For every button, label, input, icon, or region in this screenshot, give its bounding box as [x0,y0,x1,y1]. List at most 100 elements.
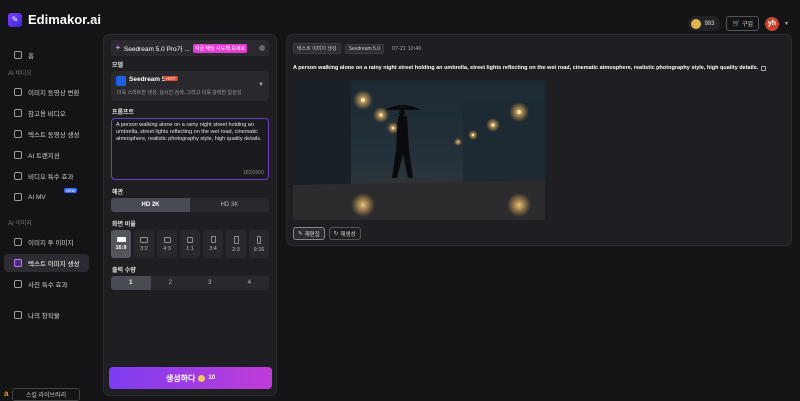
amazon-icon: a [4,389,9,398]
result-actions: ✎ 재편집 ↻ 재생성 [293,227,361,240]
ratio-option-label: 9:16 [253,246,265,253]
ratio-option-label: 1:1 [186,245,194,252]
prompt-text: A person walking alone on a rainy night … [116,122,262,142]
count-option-1[interactable]: 1 [111,276,151,290]
generated-image[interactable] [293,80,545,220]
prompt-input[interactable]: A person walking alone on a rainy night … [111,118,269,180]
app-name: Edimakor.ai [28,12,101,27]
sidebar-item-ai-transition[interactable]: AI 트랜지션 [4,146,89,164]
image-icon [14,88,22,96]
coin-icon [198,374,206,382]
sidebar-item-text-to-image[interactable]: 텍스트 이미지 생성 [4,254,89,272]
ratio-option-label: 4:3 [163,245,171,252]
sidebar-item-image-to-image[interactable]: 이미지 투 이미지 [4,233,89,251]
sidebar-item-photo-effects[interactable]: 사진 특수 효과 [4,275,89,293]
sidebar-item-text-to-video[interactable]: 텍스트 동영상 생성 [4,125,89,143]
text-image-icon [14,259,22,267]
ratio-4-3-icon [163,236,171,243]
ratio-option-9-16[interactable]: 9:16 [249,230,269,258]
coin-balance[interactable]: 983 [688,16,721,31]
result-prompt: A person walking alone on a rainy night … [293,65,767,71]
reedit-label: 재편집 [304,231,320,238]
promo-badge[interactable]: 지금 해당 사도해 보세요 [192,43,248,53]
generation-panel: ✦ Seedream 5.0 Pro가 ... 지금 해당 사도해 보세요 모델… [103,34,277,396]
sidebar-item-ai-mv[interactable]: AI MV NEW [4,188,89,206]
result-prompt-text: A person walking alone on a rainy night … [293,65,759,71]
ratio-option-3-2[interactable]: 3:2 [134,230,154,258]
transition-icon [14,151,22,159]
document-icon [14,130,22,138]
ratio-option-3-4[interactable]: 3:4 [203,230,223,258]
generate-button[interactable]: 생성하다 10 [109,367,272,389]
ratio-9-16-icon [257,235,261,244]
avatar[interactable]: yh [764,16,779,31]
count-selector: 1 2 3 4 [111,276,269,290]
ratio-option-4-3[interactable]: 4:3 [157,230,177,258]
promo-banner[interactable]: ✦ Seedream 5.0 Pro가 ... 지금 해당 사도해 보세요 [111,40,269,56]
ratio-option-16-9[interactable]: 16:9 [111,230,131,258]
new-badge: NEW [64,188,78,193]
app-logo[interactable]: ✎ Edimakor.ai [8,12,101,27]
count-option-2[interactable]: 2 [151,276,191,290]
type-tag: 텍스트 이미지 생성 [293,43,341,54]
sidebar-item-label: 나의 창작물 [28,313,60,320]
character-count: 182/2000 [243,170,264,176]
chevron-down-icon[interactable]: ▾ [785,20,788,27]
regenerate-button[interactable]: ↻ 재생성 [328,227,361,240]
quality-option-2k[interactable]: HD 2K [111,198,190,212]
ratio-3-4-icon [210,236,216,243]
pencil-icon: ✎ [298,230,303,237]
result-card: 텍스트 이미지 생성 Seedream 5.0 07-21 10:40 A pe… [286,34,792,246]
home-icon [14,51,22,59]
sidebar-item-label: 사진 특수 효과 [28,282,68,289]
timestamp: 07-21 10:40 [392,45,422,52]
coin-count: 983 [704,20,715,27]
prompt-label: 프롬프트 [112,110,135,116]
ratio-16-9-icon [116,237,126,242]
image-icon [14,238,22,246]
ratio-option-2-3[interactable]: 2:3 [226,230,246,258]
music-video-icon [14,193,22,201]
model-label: 모델 [112,63,124,69]
generate-cost: 10 [208,375,216,381]
promo-text: Seedream 5.0 Pro가 ... [123,46,190,53]
ratio-option-label: 3:4 [209,246,217,252]
sidebar-item-label: 참고용 비디오 [28,111,66,118]
result-tags: 텍스트 이미지 생성 Seedream 5.0 07-21 10:40 [293,43,421,54]
generate-label: 생성하다 [165,373,196,383]
topbar-actions: 983 🛒 구입 yh ▾ [688,16,788,31]
close-icon[interactable] [259,45,265,51]
generated-image-illustration [293,80,545,220]
sidebar-item-image-to-video[interactable]: 이미지 동영상 변환 [4,83,89,101]
photo-effects-icon [14,280,22,288]
ratio-1-1-icon [187,236,193,243]
copy-icon[interactable] [761,65,767,71]
model-tag: Seedream 5.0 [344,43,385,54]
sidebar-item-reference-video[interactable]: 참고용 비디오 [4,104,89,122]
sidebar-item-label: 홈 [28,53,34,60]
ratio-option-label: 2:3 [232,246,240,253]
ratio-selector: 16:9 3:2 4:3 1:1 3:4 2:3 9:16 [111,230,269,258]
section-label-ai-image: AI 이미지 [8,221,32,227]
model-description: 더욱 스마트한 생성, 실시간 검색, 그리고 더욱 강력한 일관성 [117,90,242,96]
ratio-option-label: 16:9 [115,245,127,251]
count-option-4[interactable]: 4 [230,276,270,290]
count-option-3[interactable]: 3 [190,276,230,290]
effects-icon [14,172,22,180]
reedit-button[interactable]: ✎ 재편집 [293,227,325,240]
sidebar-item-home[interactable]: 홈 [4,46,89,64]
sidebar-item-label: AI MV [28,193,46,201]
sidebar-item-label: 이미지 동영상 변환 [28,90,80,97]
refresh-icon: ↻ [333,230,339,237]
model-select[interactable]: Seedream 5.0 HOT 더욱 스마트한 생성, 실시간 검색, 그리고… [111,71,269,101]
quality-label: 해관 [112,190,124,196]
section-label-ai-video: AI 비디오 [8,71,32,77]
ratio-option-1-1[interactable]: 1:1 [180,230,200,258]
sidebar-item-video-effects[interactable]: 비디오 특수 효과 [4,167,89,185]
sidebar-item-my-works[interactable]: 나의 창작물 [4,306,89,324]
skill-library-button[interactable]: 스킬 라이브러리 [12,388,80,401]
buy-button[interactable]: 🛒 구입 [726,16,759,31]
quality-option-3k[interactable]: HD 3K [190,198,269,212]
sparkle-icon: ✦ [115,45,121,52]
sidebar-item-label: AI 트랜지션 [28,153,60,160]
